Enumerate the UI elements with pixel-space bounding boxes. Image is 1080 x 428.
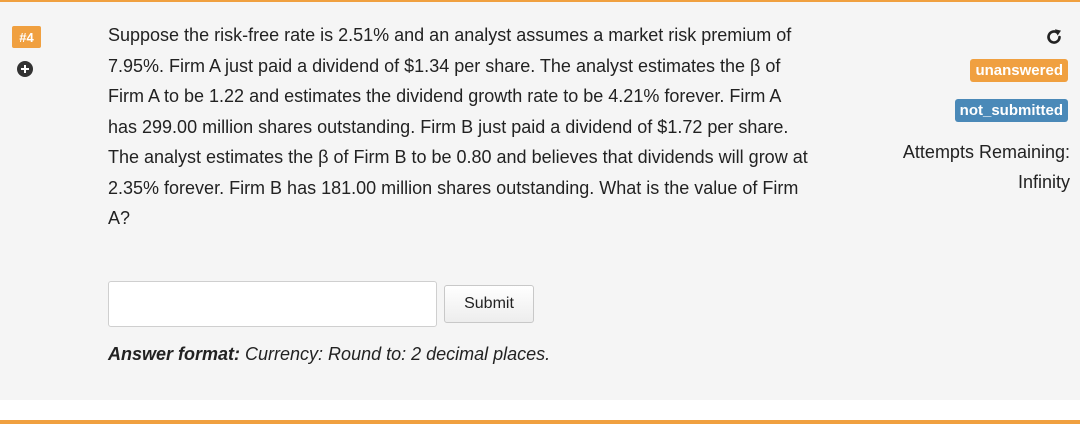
attempts-remaining: Attempts Remaining: Infinity	[810, 137, 1070, 197]
question-number-badge: #4	[12, 26, 41, 48]
answer-format-label: Answer format:	[108, 344, 241, 364]
attempts-value: Infinity	[1017, 172, 1070, 192]
plus-circle-icon[interactable]	[17, 61, 33, 77]
refresh-icon[interactable]	[1044, 27, 1064, 47]
answer-format-text: Currency: Round to: 2 decimal places.	[240, 344, 551, 364]
question-card: #4 Suppose the risk-free rate is 2.51% a…	[0, 0, 1080, 400]
bottom-divider	[0, 420, 1080, 424]
status-badge-unanswered: unanswered	[970, 59, 1068, 82]
answer-input[interactable]	[108, 281, 437, 327]
question-text: Suppose the risk-free rate is 2.51% and …	[108, 25, 808, 228]
submit-button[interactable]: Submit	[444, 285, 534, 323]
attempts-label: Attempts Remaining:	[902, 142, 1070, 162]
status-badge-not-submitted: not_submitted	[954, 99, 1068, 122]
answer-format: Answer format: Currency: Round to: 2 dec…	[108, 344, 550, 365]
